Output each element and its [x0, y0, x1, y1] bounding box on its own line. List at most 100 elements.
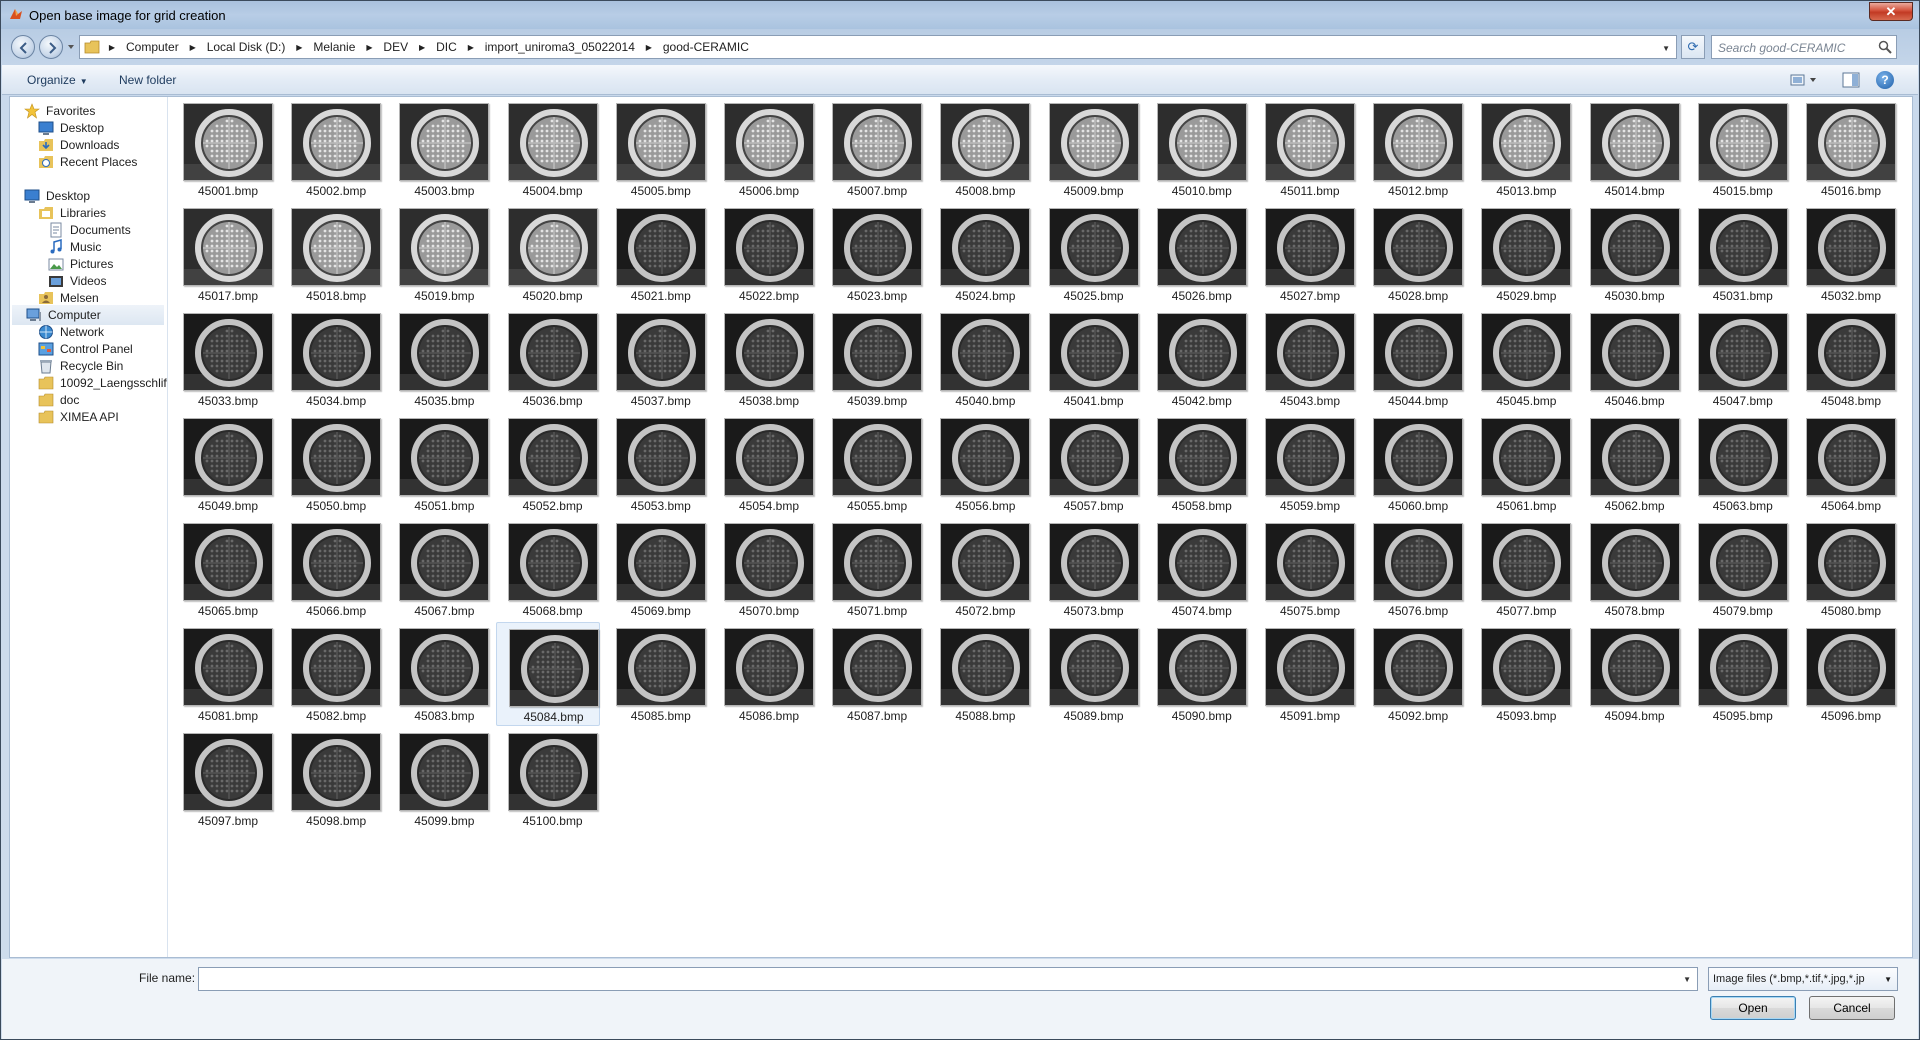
file-item[interactable]: 45008.bmp: [928, 97, 1032, 201]
breadcrumb-item[interactable]: DIC: [430, 36, 463, 58]
file-item[interactable]: 45010.bmp: [1145, 97, 1249, 201]
file-item[interactable]: 45098.bmp: [279, 727, 383, 831]
file-item[interactable]: 45069.bmp: [604, 517, 708, 621]
file-item[interactable]: 45070.bmp: [712, 517, 816, 621]
file-item[interactable]: 45029.bmp: [1469, 202, 1573, 306]
breadcrumb-item[interactable]: Local Disk (D:): [201, 36, 292, 58]
breadcrumb-item[interactable]: import_uniroma3_05022014: [479, 36, 641, 58]
file-item[interactable]: 45086.bmp: [712, 622, 816, 726]
file-item[interactable]: 45031.bmp: [1686, 202, 1790, 306]
file-item[interactable]: 45001.bmp: [171, 97, 275, 201]
file-item[interactable]: 45039.bmp: [820, 307, 924, 411]
file-item[interactable]: 45079.bmp: [1686, 517, 1790, 621]
help-button[interactable]: ?: [1876, 71, 1894, 89]
nav-item-recent-places[interactable]: Recent Places: [38, 152, 137, 172]
file-item[interactable]: 45007.bmp: [820, 97, 924, 201]
file-item[interactable]: 45057.bmp: [1037, 412, 1141, 516]
close-button[interactable]: ✕: [1869, 2, 1913, 21]
breadcrumb-separator-icon[interactable]: ▶: [104, 36, 120, 58]
file-name-input[interactable]: ▼: [198, 967, 1698, 991]
file-type-filter[interactable]: Image files (*.bmp,*.tif,*.jpg,*.jp ▼: [1708, 967, 1898, 991]
file-item[interactable]: 45044.bmp: [1361, 307, 1465, 411]
file-item[interactable]: 45004.bmp: [496, 97, 600, 201]
file-item[interactable]: 45034.bmp: [279, 307, 383, 411]
file-item[interactable]: 45077.bmp: [1469, 517, 1573, 621]
file-item[interactable]: 45025.bmp: [1037, 202, 1141, 306]
file-item[interactable]: 45042.bmp: [1145, 307, 1249, 411]
file-item[interactable]: 45093.bmp: [1469, 622, 1573, 726]
file-item[interactable]: 45073.bmp: [1037, 517, 1141, 621]
file-item[interactable]: 45037.bmp: [604, 307, 708, 411]
change-view-icon[interactable]: [1790, 72, 1820, 88]
file-item[interactable]: 45050.bmp: [279, 412, 383, 516]
file-item[interactable]: 45016.bmp: [1794, 97, 1898, 201]
file-item[interactable]: 45087.bmp: [820, 622, 924, 726]
file-item[interactable]: 45014.bmp: [1578, 97, 1682, 201]
file-item[interactable]: 45061.bmp: [1469, 412, 1573, 516]
file-item[interactable]: 45063.bmp: [1686, 412, 1790, 516]
search-icon[interactable]: [1878, 40, 1892, 54]
file-item[interactable]: 45048.bmp: [1794, 307, 1898, 411]
title-bar[interactable]: Open base image for grid creation ✕: [1, 1, 1919, 29]
file-item[interactable]: 45030.bmp: [1578, 202, 1682, 306]
file-item[interactable]: 45100.bmp: [496, 727, 600, 831]
search-input[interactable]: Search good-CERAMIC: [1718, 41, 1845, 55]
file-item[interactable]: 45035.bmp: [387, 307, 491, 411]
file-item[interactable]: 45022.bmp: [712, 202, 816, 306]
file-item[interactable]: 45064.bmp: [1794, 412, 1898, 516]
file-item[interactable]: 45003.bmp: [387, 97, 491, 201]
file-item[interactable]: 45092.bmp: [1361, 622, 1465, 726]
cancel-button[interactable]: Cancel: [1809, 996, 1895, 1020]
file-item[interactable]: 45036.bmp: [496, 307, 600, 411]
preview-pane-icon[interactable]: [1842, 72, 1860, 88]
address-bar[interactable]: ▶ Computer ▶ Local Disk (D:) ▶ Melanie ▶ DEV ▶ DI…: [79, 35, 1677, 59]
organize-menu-button[interactable]: Organize ▼: [27, 73, 88, 87]
file-item[interactable]: 45023.bmp: [820, 202, 924, 306]
file-item[interactable]: 45052.bmp: [496, 412, 600, 516]
file-item[interactable]: 45084.bmp: [495, 622, 600, 726]
file-list[interactable]: 45001.bmp 45002.bmp 45003.bmp 45004.bmp 4500…: [169, 97, 1912, 957]
file-item[interactable]: 45074.bmp: [1145, 517, 1249, 621]
file-item[interactable]: 45060.bmp: [1361, 412, 1465, 516]
file-item[interactable]: 45051.bmp: [387, 412, 491, 516]
file-item[interactable]: 45095.bmp: [1686, 622, 1790, 726]
file-item[interactable]: 45038.bmp: [712, 307, 816, 411]
file-item[interactable]: 45094.bmp: [1578, 622, 1682, 726]
breadcrumb-separator-icon[interactable]: ▶: [463, 36, 479, 58]
file-item[interactable]: 45068.bmp: [496, 517, 600, 621]
breadcrumb-separator-icon[interactable]: ▶: [414, 36, 430, 58]
file-item[interactable]: 45045.bmp: [1469, 307, 1573, 411]
file-item[interactable]: 45071.bmp: [820, 517, 924, 621]
file-item[interactable]: 45053.bmp: [604, 412, 708, 516]
file-item[interactable]: 45012.bmp: [1361, 97, 1465, 201]
file-item[interactable]: 45032.bmp: [1794, 202, 1898, 306]
file-item[interactable]: 45066.bmp: [279, 517, 383, 621]
recent-locations-dropdown-icon[interactable]: [67, 43, 75, 51]
file-item[interactable]: 45046.bmp: [1578, 307, 1682, 411]
nav-item-ximea-api[interactable]: XIMEA API: [38, 407, 119, 427]
file-item[interactable]: 45081.bmp: [171, 622, 275, 726]
file-item[interactable]: 45065.bmp: [171, 517, 275, 621]
file-item[interactable]: 45027.bmp: [1253, 202, 1357, 306]
navigation-pane[interactable]: Favorites Desktop Downloads Recent Places De…: [10, 97, 168, 957]
file-item[interactable]: 45067.bmp: [387, 517, 491, 621]
file-item[interactable]: 45020.bmp: [496, 202, 600, 306]
file-item[interactable]: 45089.bmp: [1037, 622, 1141, 726]
open-button[interactable]: Open: [1710, 996, 1796, 1020]
file-item[interactable]: 45058.bmp: [1145, 412, 1249, 516]
file-item[interactable]: 45055.bmp: [820, 412, 924, 516]
file-item[interactable]: 45085.bmp: [604, 622, 708, 726]
breadcrumb-separator-icon[interactable]: ▶: [361, 36, 377, 58]
file-item[interactable]: 45096.bmp: [1794, 622, 1898, 726]
file-item[interactable]: 45080.bmp: [1794, 517, 1898, 621]
file-item[interactable]: 45059.bmp: [1253, 412, 1357, 516]
file-item[interactable]: 45015.bmp: [1686, 97, 1790, 201]
file-item[interactable]: 45049.bmp: [171, 412, 275, 516]
breadcrumb-separator-icon[interactable]: ▶: [185, 36, 201, 58]
file-item[interactable]: 45024.bmp: [928, 202, 1032, 306]
file-item[interactable]: 45090.bmp: [1145, 622, 1249, 726]
file-item[interactable]: 45009.bmp: [1037, 97, 1141, 201]
file-item[interactable]: 45017.bmp: [171, 202, 275, 306]
file-item[interactable]: 45026.bmp: [1145, 202, 1249, 306]
file-item[interactable]: 45076.bmp: [1361, 517, 1465, 621]
